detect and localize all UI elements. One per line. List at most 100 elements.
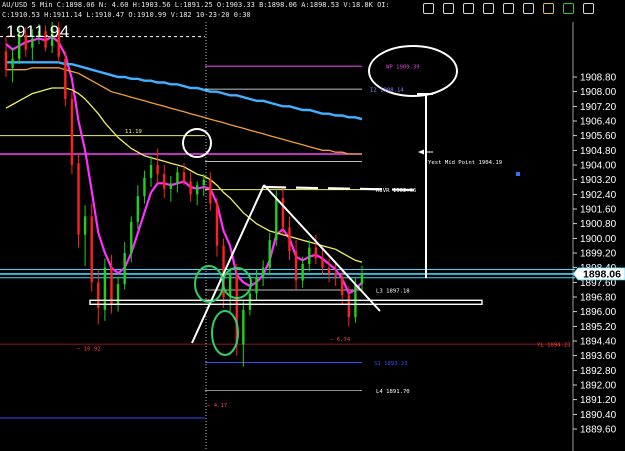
axis-tick-label-10: 1900.80 — [580, 219, 617, 230]
last-price-label: 1898.06 — [583, 269, 621, 281]
ma-line-blue — [6, 61, 363, 121]
axis-tick-label-6: 1904.00 — [580, 161, 617, 172]
axis-tick-label-0: 1908.80 — [580, 73, 617, 84]
settings-icon[interactable] — [583, 3, 594, 14]
axis-tick-label-18: 1894.40 — [580, 337, 617, 348]
axis-tick-label-23: 1890.40 — [580, 410, 617, 421]
candle-body-32 — [215, 203, 219, 246]
candle-body-30 — [202, 179, 205, 186]
candle-body-31 — [209, 179, 212, 204]
candle-body-17 — [116, 284, 120, 305]
axis-tick-label-2: 1907.20 — [580, 102, 617, 113]
candle-body-0 — [4, 51, 8, 70]
candle-body-40 — [268, 240, 271, 268]
level-label-4: L3 1897.18 — [376, 289, 410, 295]
axis-tick-label-24: 1889.60 — [580, 425, 617, 436]
level-label-2: Yest Mid Point 1904.19 — [428, 160, 502, 166]
axis-tick-label-16: 1896.00 — [580, 307, 617, 318]
double-arrow-icon[interactable] — [523, 3, 534, 14]
level-label-6: S1 1893.23 — [374, 361, 408, 367]
candle-body-34 — [228, 275, 232, 297]
candle-body-12 — [83, 216, 87, 235]
level-label-1: I2 1908.14 — [370, 88, 404, 94]
level-label-5: YL 1894.23 — [537, 343, 571, 349]
candle-body-16 — [110, 267, 113, 305]
candle-body-46 — [308, 247, 311, 264]
arrow-left-icon[interactable] — [483, 3, 494, 14]
level-label-7: L4 1891.70 — [376, 389, 410, 395]
arrow-right-icon[interactable] — [503, 3, 514, 14]
top-circle — [182, 128, 212, 158]
candle-body-39 — [261, 267, 265, 277]
candle-body-23 — [156, 165, 159, 175]
midpoint-arrow-head — [418, 149, 424, 155]
plus-icon[interactable] — [463, 3, 474, 14]
candle-body-45 — [301, 264, 304, 281]
axis-tick-label-17: 1895.20 — [580, 322, 617, 333]
axis-tick-label-11: 1900.00 — [580, 234, 617, 245]
candle-body-29 — [195, 185, 199, 195]
chart-toolbar — [415, 0, 625, 20]
annotation-label-2: − 4.17 — [207, 403, 227, 409]
candle-body-21 — [143, 177, 146, 197]
candle-body-20 — [136, 196, 140, 222]
pin-icon[interactable] — [563, 3, 574, 14]
candle-body-50 — [334, 273, 337, 277]
candle-body-44 — [294, 251, 298, 281]
header-quote-line: AU/USD 5 Min C:1898.06 N: 4.60 H:1903.56… — [2, 1, 390, 9]
axis-tick-label-15: 1896.80 — [580, 293, 617, 304]
axis-tick-label-20: 1892.80 — [580, 366, 617, 377]
blue-marker — [516, 172, 520, 176]
level-label-3: RIVR 1902.66 — [376, 188, 416, 194]
candle-body-19 — [130, 221, 133, 253]
candle-body-47 — [314, 247, 318, 259]
big-price-readout: 1911.94 — [6, 22, 70, 41]
annotation-label-1: − 10.92 — [77, 346, 101, 352]
trend-line-up — [191, 184, 265, 344]
drawn-annotations — [89, 45, 520, 356]
candle-body-42 — [281, 198, 285, 228]
annotation-label-3: − 6.74 — [330, 337, 351, 343]
support-bar — [89, 299, 483, 305]
candle-body-38 — [255, 276, 258, 294]
candle-body-28 — [189, 181, 192, 195]
candle-body-25 — [169, 183, 173, 189]
axis-tick-label-19: 1893.60 — [580, 351, 617, 362]
candle-body-48 — [321, 258, 324, 268]
candle-body-22 — [149, 165, 153, 178]
axis-tick-label-21: 1892.00 — [580, 381, 617, 392]
axis-tick-label-3: 1906.40 — [580, 117, 617, 128]
axis-tick-label-9: 1901.60 — [580, 205, 617, 216]
level-label-0: WP 1909.39 — [386, 65, 420, 71]
candle-body-18 — [123, 253, 126, 285]
candle-body-9 — [64, 58, 67, 99]
candle-body-1 — [11, 58, 14, 68]
lock-icon[interactable] — [543, 3, 554, 14]
price-chart[interactable]: WP 1909.39 I2 1908.14 Yest Mid Point 1904.… — [0, 0, 625, 451]
annotation-label-0: 11.19 — [125, 129, 142, 135]
candle-body-36 — [242, 309, 245, 345]
level-labels: WP 1909.39 I2 1908.14 Yest Mid Point 1904.… — [77, 65, 571, 409]
candle-body-37 — [248, 293, 252, 310]
candle-body-13 — [90, 216, 93, 283]
minus-icon[interactable] — [443, 3, 454, 14]
candle-body-27 — [182, 172, 186, 182]
axis-tick-label-12: 1899.20 — [580, 249, 617, 260]
candle-body-54 — [360, 273, 364, 285]
axis-tick-label-7: 1903.20 — [580, 175, 617, 186]
axis-tick-label-8: 1902.40 — [580, 190, 617, 201]
candles — [4, 22, 364, 367]
candle-body-10 — [70, 99, 74, 165]
price-axis: 1908.80 1908.00 1907.20 1906.40 1905.60 1904.… — [572, 22, 625, 451]
green-circle-2 — [211, 310, 239, 356]
arrow-updown-icon[interactable] — [423, 3, 434, 14]
candle-body-43 — [288, 227, 291, 252]
axis-tick-label-1: 1908.00 — [580, 87, 617, 98]
candle-body-15 — [103, 267, 107, 310]
candle-body-51 — [341, 276, 344, 296]
candle-body-24 — [163, 174, 166, 189]
candle-body-26 — [176, 172, 179, 184]
header-bar-line: C:1910.53 H:1911.14 L:1910.47 O:1910.99 … — [2, 11, 251, 19]
candle-body-41 — [275, 198, 278, 241]
trend-line-down — [263, 184, 381, 312]
